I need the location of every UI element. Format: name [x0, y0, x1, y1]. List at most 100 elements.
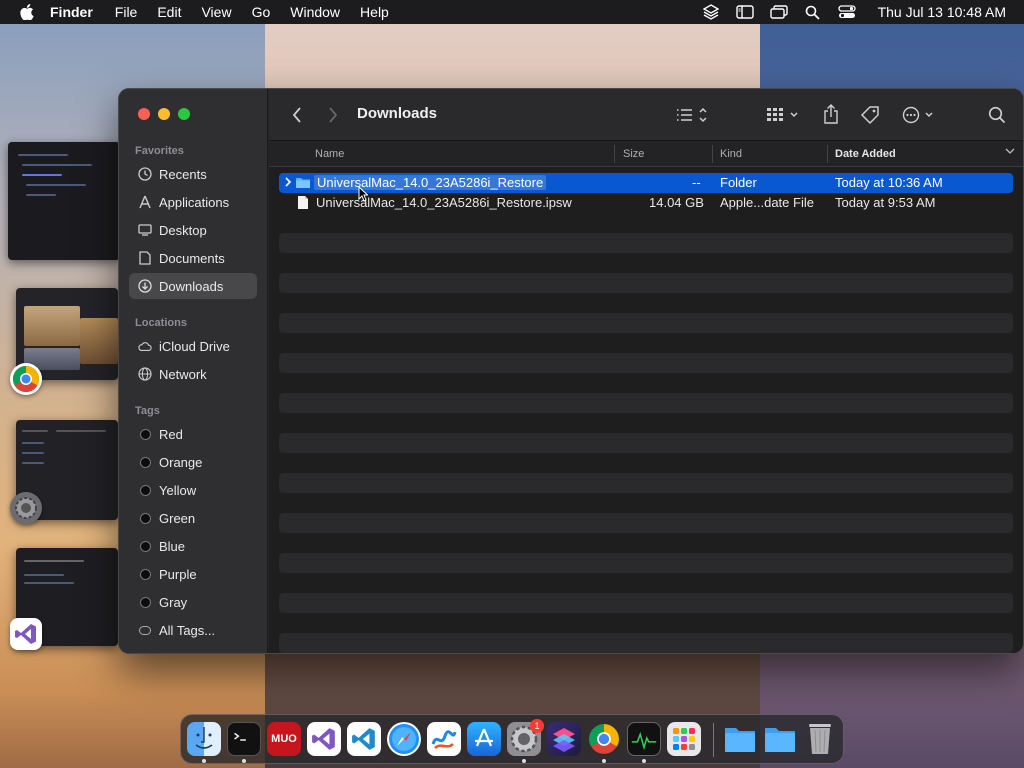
running-indicator	[242, 759, 246, 763]
finder-icon[interactable]	[187, 722, 221, 756]
empty-row	[279, 313, 1013, 333]
freeform-icon[interactable]	[427, 722, 461, 756]
shortcuts-icon[interactable]	[547, 722, 581, 756]
sidebar-tag-green[interactable]: Green	[129, 505, 257, 531]
folder-icon	[295, 176, 311, 192]
back-button[interactable]	[287, 105, 307, 125]
empty-row	[279, 593, 1013, 613]
column-header: Name Size Kind Date Added	[269, 141, 1023, 167]
tag-icon	[860, 106, 879, 125]
sidebar: Favorites Recents Applications Desktop D…	[119, 89, 268, 653]
sidebar-section-locations: Locations	[135, 317, 187, 329]
muo-label: MUO	[271, 733, 297, 745]
list-view-icon	[677, 107, 707, 123]
sidebar-tag-gray[interactable]: Gray	[129, 589, 257, 615]
finder-window: Favorites Recents Applications Desktop D…	[118, 88, 1024, 654]
menu-view[interactable]: View	[201, 4, 231, 20]
tag-dot-icon	[139, 540, 151, 552]
sidebar-item-label: Applications	[159, 194, 230, 210]
view-options-button[interactable]	[675, 105, 711, 125]
sidebar-item-documents[interactable]: Documents	[129, 245, 257, 271]
sidebar-item-label: Downloads	[159, 278, 224, 294]
downloads-folder-icon[interactable]	[763, 722, 797, 756]
menu-app-name[interactable]: Finder	[50, 4, 93, 20]
tag-dot-icon	[139, 484, 151, 496]
layers-icon[interactable]	[702, 4, 720, 20]
sidebar-item-label: Network	[159, 366, 207, 382]
sidebar-tag-orange[interactable]: Orange	[129, 449, 257, 475]
minimize-button[interactable]	[158, 108, 170, 120]
empty-row	[279, 433, 1013, 453]
zoom-button[interactable]	[178, 108, 190, 120]
empty-row	[279, 273, 1013, 293]
sidebar-item-downloads[interactable]: Downloads	[129, 273, 257, 299]
system-settings-icon[interactable]: 1	[507, 719, 544, 756]
visual-studio-icon[interactable]	[307, 722, 341, 756]
launchpad-icon[interactable]	[667, 722, 701, 756]
running-indicator	[522, 759, 526, 763]
chrome-icon[interactable]	[10, 363, 42, 395]
sidebar-tag-purple[interactable]: Purple	[129, 561, 257, 587]
menu-clock[interactable]: Thu Jul 13 10:48 AM	[878, 4, 1006, 20]
stage-window-editor[interactable]	[8, 142, 120, 260]
desktop-icon	[138, 223, 152, 237]
applications-folder-icon[interactable]	[723, 722, 757, 756]
column-date-added[interactable]: Date Added	[835, 148, 896, 160]
column-kind[interactable]: Kind	[720, 148, 742, 160]
sidebar-tag-red[interactable]: Red	[129, 421, 257, 447]
table-row[interactable]: UniversalMac_14.0_23A5286i_Restore.ipsw …	[279, 193, 1013, 213]
sidebar-tag-yellow[interactable]: Yellow	[129, 477, 257, 503]
column-size[interactable]: Size	[623, 148, 644, 160]
file-size: --	[692, 175, 701, 190]
file-name[interactable]: UniversalMac_14.0_23A5286i_Restore	[314, 175, 547, 190]
apple-menu-icon[interactable]	[18, 3, 36, 21]
sidebar-item-label: Purple	[159, 566, 197, 582]
activity-monitor-icon[interactable]	[627, 722, 661, 756]
sidebar-item-applications[interactable]: Applications	[129, 189, 257, 215]
table-row[interactable]: UniversalMac_14.0_23A5286i_Restore -- Fo…	[279, 173, 1013, 193]
group-button[interactable]	[765, 105, 801, 125]
trash-icon[interactable]	[803, 722, 837, 756]
search-icon	[988, 106, 1006, 124]
disclosure-chevron-icon[interactable]	[284, 176, 292, 191]
search-icon[interactable]	[804, 4, 822, 20]
app-store-icon[interactable]	[467, 722, 501, 756]
search-button[interactable]	[987, 105, 1007, 125]
vscode-icon[interactable]	[347, 722, 381, 756]
chrome-icon[interactable]	[587, 722, 621, 756]
sidebar-item-recents[interactable]: Recents	[129, 161, 257, 187]
safari-icon[interactable]	[387, 722, 421, 756]
sidebar-item-desktop[interactable]: Desktop	[129, 217, 257, 243]
sidebar-icon[interactable]	[735, 4, 754, 20]
menu-help[interactable]: Help	[360, 4, 389, 20]
screen-mirror-icon[interactable]	[769, 4, 788, 20]
action-button[interactable]	[901, 105, 939, 125]
sidebar-item-label: Red	[159, 426, 183, 442]
menu-window[interactable]: Window	[290, 4, 340, 20]
system-settings-icon[interactable]	[10, 492, 42, 524]
sort-chevron-icon[interactable]	[1005, 146, 1015, 159]
file-icon	[297, 195, 309, 213]
column-name[interactable]: Name	[315, 148, 344, 160]
muo-icon[interactable]: MUO	[267, 722, 301, 756]
menu-go[interactable]: Go	[252, 4, 271, 20]
sidebar-section-tags: Tags	[135, 405, 160, 417]
sidebar-tag-blue[interactable]: Blue	[129, 533, 257, 559]
chevron-left-icon	[292, 107, 301, 123]
globe-icon	[138, 367, 152, 381]
visual-studio-icon[interactable]	[10, 618, 42, 650]
menu-edit[interactable]: Edit	[157, 4, 181, 20]
sidebar-item-network[interactable]: Network	[129, 361, 257, 387]
terminal-icon[interactable]	[227, 722, 261, 756]
sidebar-item-icloud-drive[interactable]: iCloud Drive	[129, 333, 257, 359]
share-button[interactable]	[821, 103, 841, 125]
file-name[interactable]: UniversalMac_14.0_23A5286i_Restore.ipsw	[316, 195, 572, 210]
tags-button[interactable]	[859, 104, 881, 126]
sidebar-all-tags[interactable]: All Tags...	[129, 617, 257, 643]
forward-button[interactable]	[323, 105, 343, 125]
close-button[interactable]	[138, 108, 150, 120]
menu-file[interactable]: File	[115, 4, 138, 20]
window-controls	[138, 108, 190, 120]
control-center-icon[interactable]	[837, 4, 856, 20]
empty-row	[279, 473, 1013, 493]
